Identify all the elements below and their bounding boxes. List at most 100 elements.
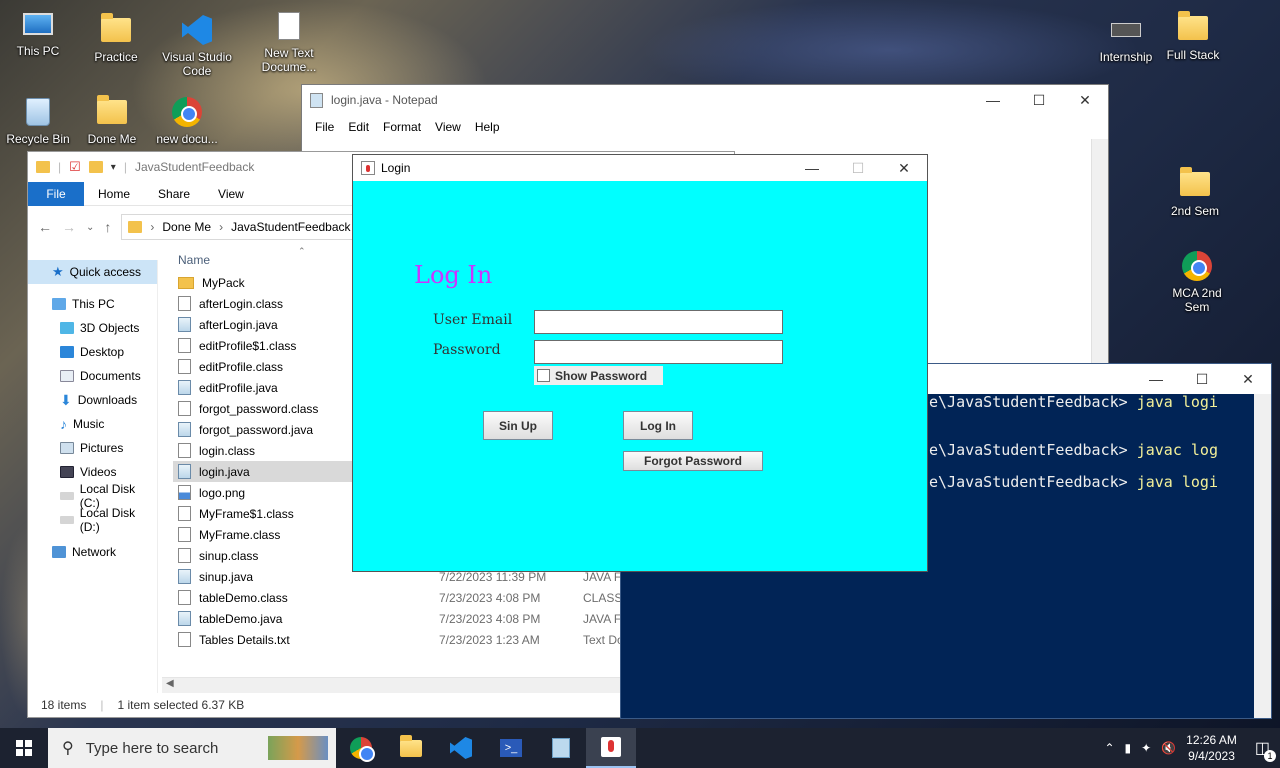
show-password-checkbox[interactable]: Show Password (534, 366, 663, 385)
menu-help[interactable]: Help (468, 120, 507, 134)
scroll-left-icon[interactable]: ◀ (166, 678, 174, 689)
taskbar-chrome[interactable] (336, 728, 386, 768)
java-file-icon (178, 611, 191, 626)
desktop-icon-2nd-sem[interactable]: 2nd Sem (1157, 167, 1233, 218)
tab-file[interactable]: File (28, 181, 84, 206)
desktop-icon-internship[interactable]: Internship (1088, 14, 1164, 64)
file-icon (178, 527, 191, 542)
nav-music[interactable]: ♪ Music (28, 412, 157, 436)
nav-local-disk-d[interactable]: Local Disk (D:) (28, 506, 157, 534)
desktop-icon-new-document[interactable]: new docu... (149, 96, 225, 146)
desktop-icon-label: Done Me (87, 132, 137, 146)
console-prompt: e\JavaStudentFeedback> (929, 393, 1137, 411)
tab-home[interactable]: Home (84, 187, 144, 201)
network-icon (52, 546, 66, 558)
taskbar-powershell[interactable]: >_ (486, 728, 536, 768)
close-button[interactable]: ✕ (1225, 364, 1271, 394)
desktop-icon-done-me[interactable]: Done Me (74, 95, 150, 146)
properties-icon[interactable]: ☑ (69, 159, 81, 175)
chevron-up-icon[interactable]: ⌃ (1104, 741, 1114, 755)
folder-icon (97, 95, 127, 124)
folder-icon (101, 13, 131, 42)
menu-view[interactable]: View (428, 120, 468, 134)
battery-icon[interactable]: ▮ (1125, 741, 1132, 755)
nav-network[interactable]: Network (28, 540, 157, 564)
password-field[interactable] (534, 340, 783, 364)
desktop-icon-new-text-document[interactable]: New Text Docume... (251, 10, 327, 74)
desktop-icon-mca-2nd-sem[interactable]: MCA 2nd Sem (1159, 250, 1235, 314)
email-field[interactable] (534, 310, 783, 334)
vertical-scrollbar[interactable] (1254, 394, 1271, 718)
tab-view[interactable]: View (204, 187, 258, 201)
documents-icon (60, 370, 74, 382)
nav-label: 3D Objects (80, 321, 140, 335)
desktop-icon-full-stack[interactable]: Full Stack (1155, 11, 1231, 62)
nav-desktop[interactable]: Desktop (28, 340, 157, 364)
selection-info: 1 item selected 6.37 KB (117, 698, 245, 712)
maximize-button[interactable]: ☐ (1016, 85, 1062, 115)
vertical-scrollbar[interactable] (1091, 139, 1108, 373)
nav-documents[interactable]: Documents (28, 364, 157, 388)
taskbar-java[interactable] (586, 728, 636, 768)
login-button[interactable]: Log In (623, 411, 693, 440)
chevron-down-icon[interactable]: ▾ (111, 162, 116, 173)
clock[interactable]: 12:26 AM 9/4/2023 (1186, 732, 1237, 764)
new-folder-icon[interactable] (88, 161, 103, 173)
taskbar-vscode[interactable] (436, 728, 486, 768)
desktop-icon-vscode[interactable]: Visual Studio Code (159, 14, 235, 78)
java-file-icon (178, 317, 191, 332)
tab-share[interactable]: Share (144, 187, 204, 201)
taskbar-file-explorer[interactable] (386, 728, 436, 768)
java-file-icon (178, 569, 191, 584)
taskbar-search-box[interactable]: ⚲ Type here to search (48, 728, 336, 768)
chrome-icon (172, 97, 202, 127)
nav-3d-objects[interactable]: 3D Objects (28, 316, 157, 340)
file-icon (178, 632, 191, 647)
minimize-button[interactable]: — (789, 155, 835, 181)
login-titlebar[interactable]: Login — ☐ ✕ (353, 155, 927, 181)
volume-muted-icon[interactable]: 🔇 (1161, 741, 1176, 755)
forgot-password-button[interactable]: Forgot Password (623, 451, 763, 471)
nav-this-pc[interactable]: This PC (28, 292, 157, 316)
this-pc-icon (23, 13, 53, 35)
console-command: java logi (1136, 393, 1218, 411)
menu-edit[interactable]: Edit (341, 120, 376, 134)
java-file-icon (178, 464, 191, 479)
nav-pictures[interactable]: Pictures (28, 436, 157, 460)
console-prompt: e\JavaStudentFeedback> (929, 441, 1137, 459)
breadcrumb-item[interactable]: JavaStudentFeedback (231, 220, 350, 234)
film-icon (60, 466, 74, 478)
maximize-button[interactable]: ☐ (1179, 364, 1225, 394)
minimize-button[interactable]: — (970, 85, 1016, 115)
menu-file[interactable]: File (308, 120, 341, 134)
desktop-icon-recycle-bin[interactable]: Recycle Bin (0, 96, 76, 146)
nav-videos[interactable]: Videos (28, 460, 157, 484)
taskbar-notepad[interactable] (536, 728, 586, 768)
desktop-icon-this-pc[interactable]: This PC (0, 8, 76, 58)
signup-button[interactable]: Sin Up (483, 411, 553, 440)
folder-icon (178, 276, 194, 289)
close-button[interactable]: ✕ (881, 155, 927, 181)
notepad-titlebar[interactable]: login.java - Notepad — ☐ ✕ (302, 85, 1108, 115)
file-icon (178, 506, 191, 521)
forward-arrow-icon[interactable]: → (62, 219, 76, 235)
login-window[interactable]: Login — ☐ ✕ Log In User Email Password S… (352, 154, 928, 572)
wifi-icon[interactable]: ✦ (1141, 741, 1151, 755)
nav-quick-access[interactable]: ★ Quick access (28, 260, 157, 284)
up-arrow-icon[interactable]: ↑ (104, 219, 111, 235)
file-type: Text Do (583, 632, 624, 647)
nav-local-disk-c[interactable]: Local Disk (C:) (28, 482, 157, 510)
desktop-icon-label: Practice (94, 50, 138, 64)
notification-center-icon[interactable]: ◫ 1 (1255, 738, 1276, 762)
nav-downloads[interactable]: ⬇ Downloads (28, 388, 157, 412)
close-button[interactable]: ✕ (1062, 85, 1108, 115)
menu-format[interactable]: Format (376, 120, 428, 134)
minimize-button[interactable]: — (1133, 364, 1179, 394)
desktop-icon-practice[interactable]: Practice (78, 13, 154, 64)
back-arrow-icon[interactable]: ← (38, 219, 52, 235)
navigation-pane: ★ Quick access This PC 3D Objects Deskto… (28, 260, 158, 693)
recent-locations-icon[interactable]: ⌄ (86, 222, 94, 233)
breadcrumb-item[interactable]: Done Me (162, 220, 211, 234)
maximize-button[interactable]: ☐ (835, 155, 881, 181)
start-button[interactable] (0, 728, 48, 768)
